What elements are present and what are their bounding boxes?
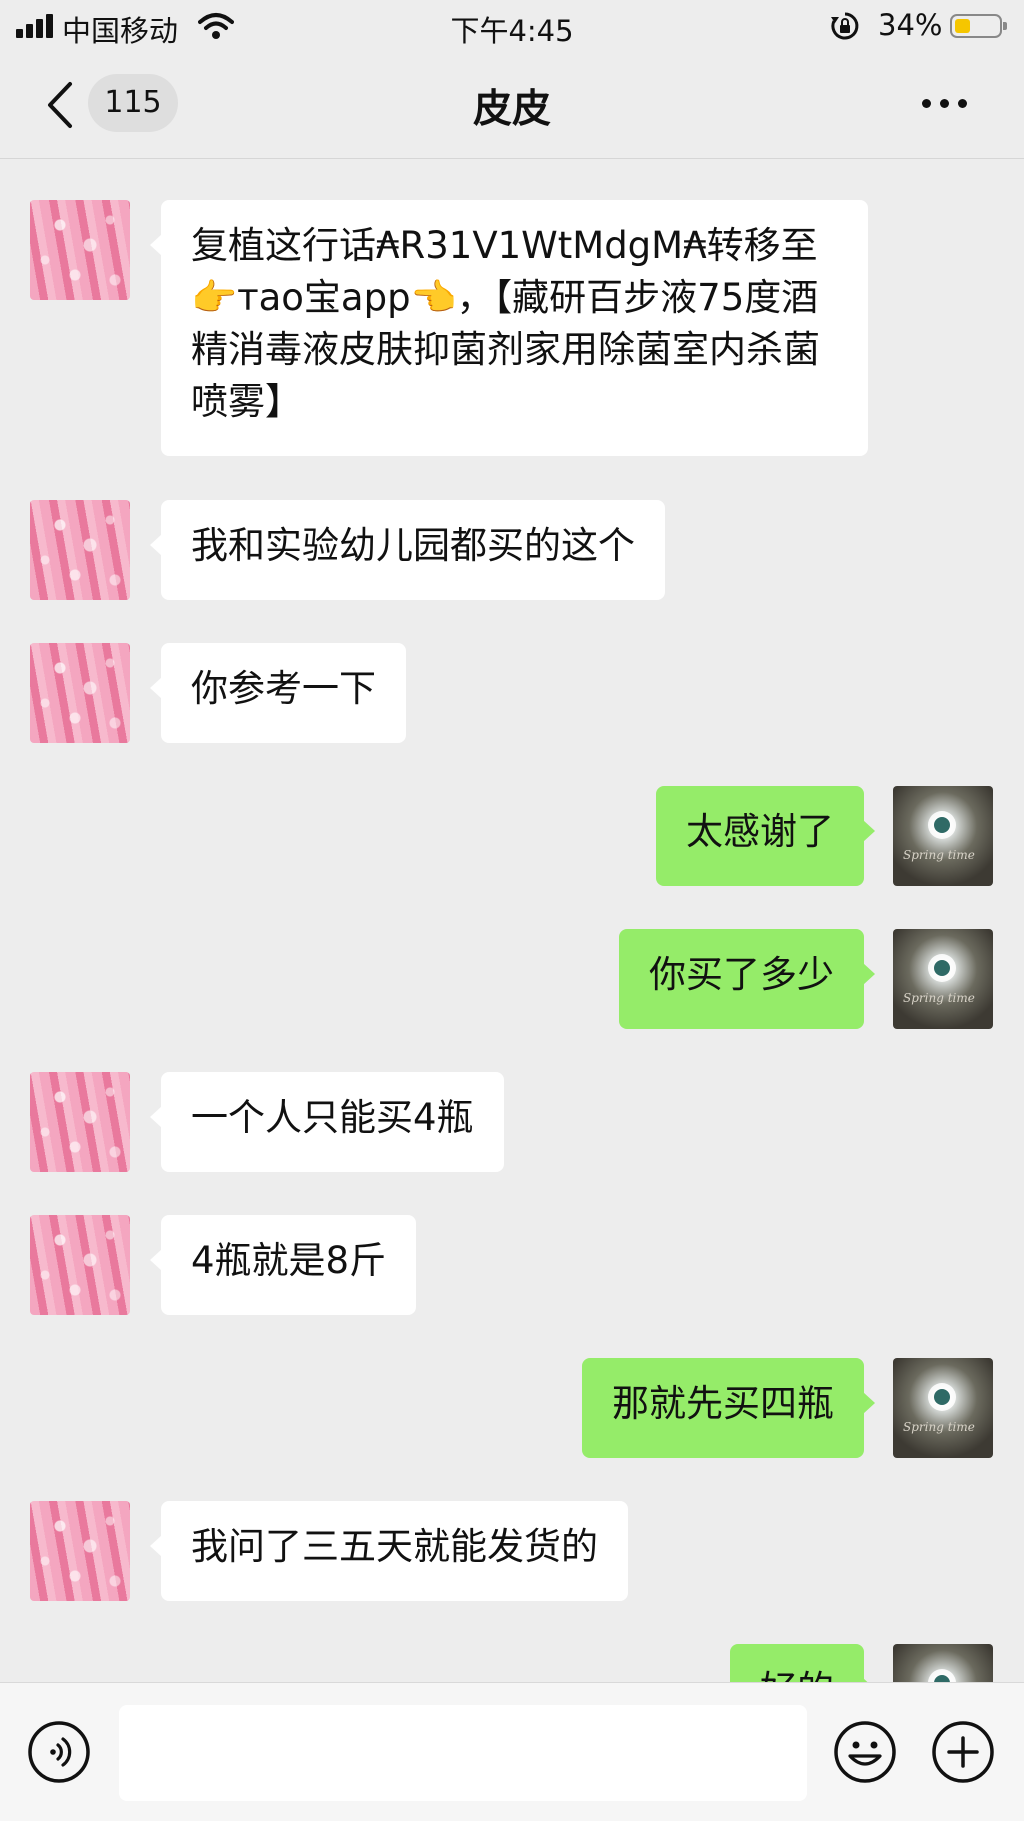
emoji-icon[interactable] <box>833 1720 897 1784</box>
contact-avatar[interactable] <box>30 1072 130 1172</box>
chat-title: 皮皮 <box>472 87 551 132</box>
message-bubble-incoming[interactable]: 4瓶就是8斤 <box>149 1215 417 1315</box>
message-bubble-outgoing[interactable]: 好的 <box>730 1644 875 1682</box>
status-bar: 中国移动 下午4:45 34% <box>0 0 1024 52</box>
clock: 下午4:45 <box>450 14 574 48</box>
my-avatar[interactable]: Spring time <box>893 786 993 886</box>
contact-avatar[interactable] <box>30 643 130 743</box>
battery-icon <box>950 14 1007 38</box>
message-bubble-outgoing[interactable]: 太感谢了 <box>656 786 875 886</box>
voice-icon[interactable] <box>27 1720 91 1784</box>
message-bubble-outgoing[interactable]: 你买了多少 <box>619 929 875 1029</box>
message-input[interactable] <box>119 1705 807 1801</box>
message-bubble-incoming[interactable]: 复植这行话₳R31V1WtMdgM₳转移至👉тao宝app👈，【藏研百步液75度… <box>150 200 868 456</box>
message-bubble-incoming[interactable]: 你参考一下 <box>150 643 406 743</box>
battery-level <box>955 19 970 33</box>
contact-avatar[interactable] <box>30 1215 130 1315</box>
nav-bar: 115 皮皮 <box>0 52 1024 159</box>
my-avatar[interactable]: Spring time <box>893 929 993 1029</box>
battery-percent: 34% <box>878 8 943 42</box>
contact-avatar[interactable] <box>30 200 130 300</box>
my-avatar[interactable]: Spring time <box>893 1358 993 1458</box>
contact-avatar[interactable] <box>30 1501 130 1601</box>
message-bubble-outgoing[interactable]: 那就先买四瓶 <box>582 1358 875 1458</box>
plus-icon[interactable] <box>931 1720 995 1784</box>
message-bubble-incoming[interactable]: 我问了三五天就能发货的 <box>150 1501 628 1601</box>
message-bubble-incoming[interactable]: 一个人只能买4瓶 <box>150 1072 504 1172</box>
message-bubble-incoming[interactable]: 我和实验幼儿园都买的这个 <box>150 500 665 600</box>
input-bar <box>0 1682 1024 1821</box>
my-avatar[interactable]: Spring time <box>893 1644 993 1682</box>
rotation-lock-icon <box>831 12 859 40</box>
message-list[interactable]: 复植这行话₳R31V1WtMdgM₳转移至👉тao宝app👈，【藏研百步液75度… <box>0 158 1024 1682</box>
contact-avatar[interactable] <box>30 500 130 600</box>
ellipsis-icon[interactable] <box>922 96 968 110</box>
